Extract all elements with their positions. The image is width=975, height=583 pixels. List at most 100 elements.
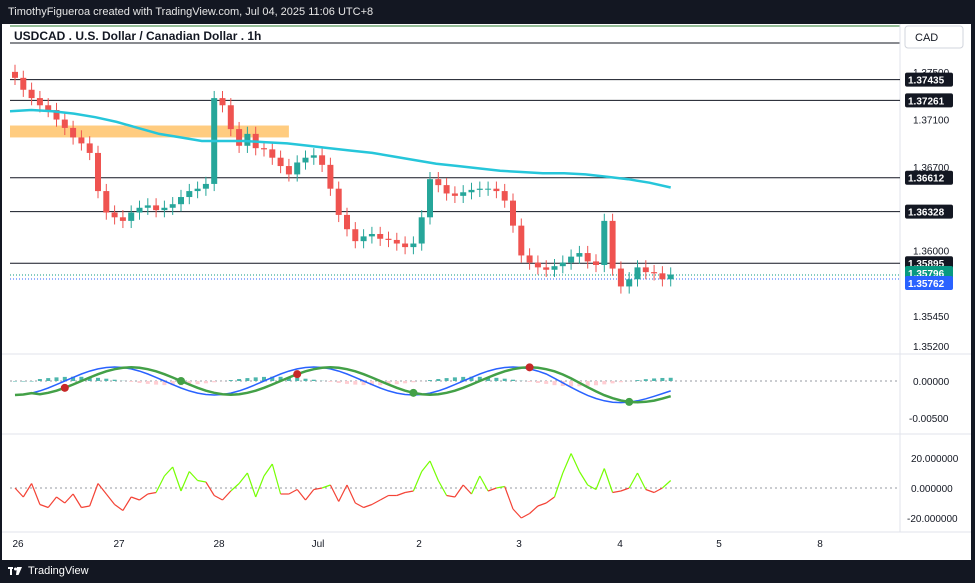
candle[interactable] xyxy=(443,185,450,194)
chart-canvas[interactable]: USDCAD . U.S. Dollar / Canadian Dollar .… xyxy=(2,24,971,560)
candle[interactable] xyxy=(476,188,483,190)
candle[interactable] xyxy=(593,261,599,265)
x-tick-label: 3 xyxy=(516,539,522,550)
macd-histogram-bar xyxy=(345,381,349,384)
rsi-segment xyxy=(396,491,406,497)
macd-cross-marker xyxy=(409,388,418,397)
macd-histogram-bar xyxy=(535,381,540,383)
candle[interactable] xyxy=(468,189,475,193)
candle[interactable] xyxy=(501,191,508,201)
macd-histogram-bar xyxy=(203,381,208,384)
candle[interactable] xyxy=(302,157,309,163)
candle[interactable] xyxy=(178,197,184,205)
candle[interactable] xyxy=(219,98,226,106)
candle[interactable] xyxy=(427,179,433,218)
candle[interactable] xyxy=(277,157,284,167)
candle[interactable] xyxy=(451,193,458,196)
candle[interactable] xyxy=(236,129,243,146)
candle[interactable] xyxy=(327,164,334,189)
candle[interactable] xyxy=(626,279,633,287)
candle[interactable] xyxy=(153,205,160,211)
rsi-segment xyxy=(172,466,182,492)
currency-label: CAD xyxy=(915,32,938,44)
candle[interactable] xyxy=(28,89,35,99)
candle[interactable] xyxy=(634,267,641,280)
candle[interactable] xyxy=(344,214,350,230)
candle[interactable] xyxy=(95,152,101,192)
candle[interactable] xyxy=(335,188,342,215)
candle[interactable] xyxy=(460,192,467,196)
candle[interactable] xyxy=(368,233,375,237)
candle[interactable] xyxy=(310,155,317,158)
candle[interactable] xyxy=(285,166,292,175)
macd-histogram-bar xyxy=(195,381,200,385)
candle[interactable] xyxy=(651,272,658,274)
candle[interactable] xyxy=(227,105,234,130)
candle[interactable] xyxy=(551,266,558,270)
candle[interactable] xyxy=(169,204,176,208)
candle[interactable] xyxy=(36,98,43,106)
candle[interactable] xyxy=(61,119,68,128)
candle[interactable] xyxy=(144,205,151,208)
candle[interactable] xyxy=(526,255,533,263)
candle[interactable] xyxy=(103,191,110,213)
candle[interactable] xyxy=(518,225,525,256)
candle[interactable] xyxy=(418,217,425,244)
chart-panel[interactable]: USDCAD . U.S. Dollar / Canadian Dollar .… xyxy=(2,24,971,560)
candle[interactable] xyxy=(385,238,392,240)
candle[interactable] xyxy=(559,262,566,267)
rsi-segment xyxy=(64,493,74,504)
candle[interactable] xyxy=(659,273,666,280)
candle[interactable] xyxy=(543,267,550,270)
candle[interactable] xyxy=(576,253,583,257)
macd-histogram-bar xyxy=(21,381,26,382)
rsi-segment xyxy=(496,485,505,489)
chart-title: USDCAD . U.S. Dollar / Canadian Dollar .… xyxy=(14,29,261,43)
candle[interactable] xyxy=(667,274,674,280)
candle[interactable] xyxy=(70,127,77,138)
candle[interactable] xyxy=(12,71,18,78)
candle[interactable] xyxy=(119,217,126,221)
candle[interactable] xyxy=(393,239,400,244)
candle[interactable] xyxy=(45,105,52,111)
candle[interactable] xyxy=(485,188,492,190)
candle[interactable] xyxy=(609,220,616,269)
moving-average-line[interactable] xyxy=(9,108,671,189)
candle[interactable] xyxy=(186,191,193,198)
candle[interactable] xyxy=(294,162,301,175)
candle[interactable] xyxy=(136,207,143,213)
candle[interactable] xyxy=(319,155,326,165)
rsi-segment xyxy=(197,479,207,483)
candle[interactable] xyxy=(584,253,591,262)
candle[interactable] xyxy=(642,267,649,273)
candle[interactable] xyxy=(194,188,201,192)
candle[interactable] xyxy=(78,137,85,144)
candle[interactable] xyxy=(261,148,267,150)
candle[interactable] xyxy=(269,149,276,158)
candle[interactable] xyxy=(352,229,359,242)
candle[interactable] xyxy=(402,243,409,248)
candle[interactable] xyxy=(568,256,575,263)
candle[interactable] xyxy=(360,236,367,242)
candle[interactable] xyxy=(377,233,384,239)
macd-cross-marker xyxy=(60,383,69,392)
candle[interactable] xyxy=(128,212,135,221)
macd-histogram-bar xyxy=(569,381,574,387)
rsi-segment xyxy=(338,484,348,502)
rsi-segment xyxy=(636,472,647,490)
candle[interactable] xyxy=(410,243,417,248)
rsi-segment xyxy=(263,463,273,477)
candle[interactable] xyxy=(111,212,118,218)
candle[interactable] xyxy=(510,200,516,226)
candle[interactable] xyxy=(20,77,27,90)
candle[interactable] xyxy=(534,262,541,268)
candle[interactable] xyxy=(617,268,624,287)
candle[interactable] xyxy=(601,220,608,265)
candle[interactable] xyxy=(86,143,93,153)
candle[interactable] xyxy=(161,207,168,211)
candle[interactable] xyxy=(202,183,209,189)
rsi-segment xyxy=(537,502,547,507)
macd-histogram-bar xyxy=(13,381,17,382)
candle[interactable] xyxy=(493,188,500,192)
candle[interactable] xyxy=(435,179,442,186)
